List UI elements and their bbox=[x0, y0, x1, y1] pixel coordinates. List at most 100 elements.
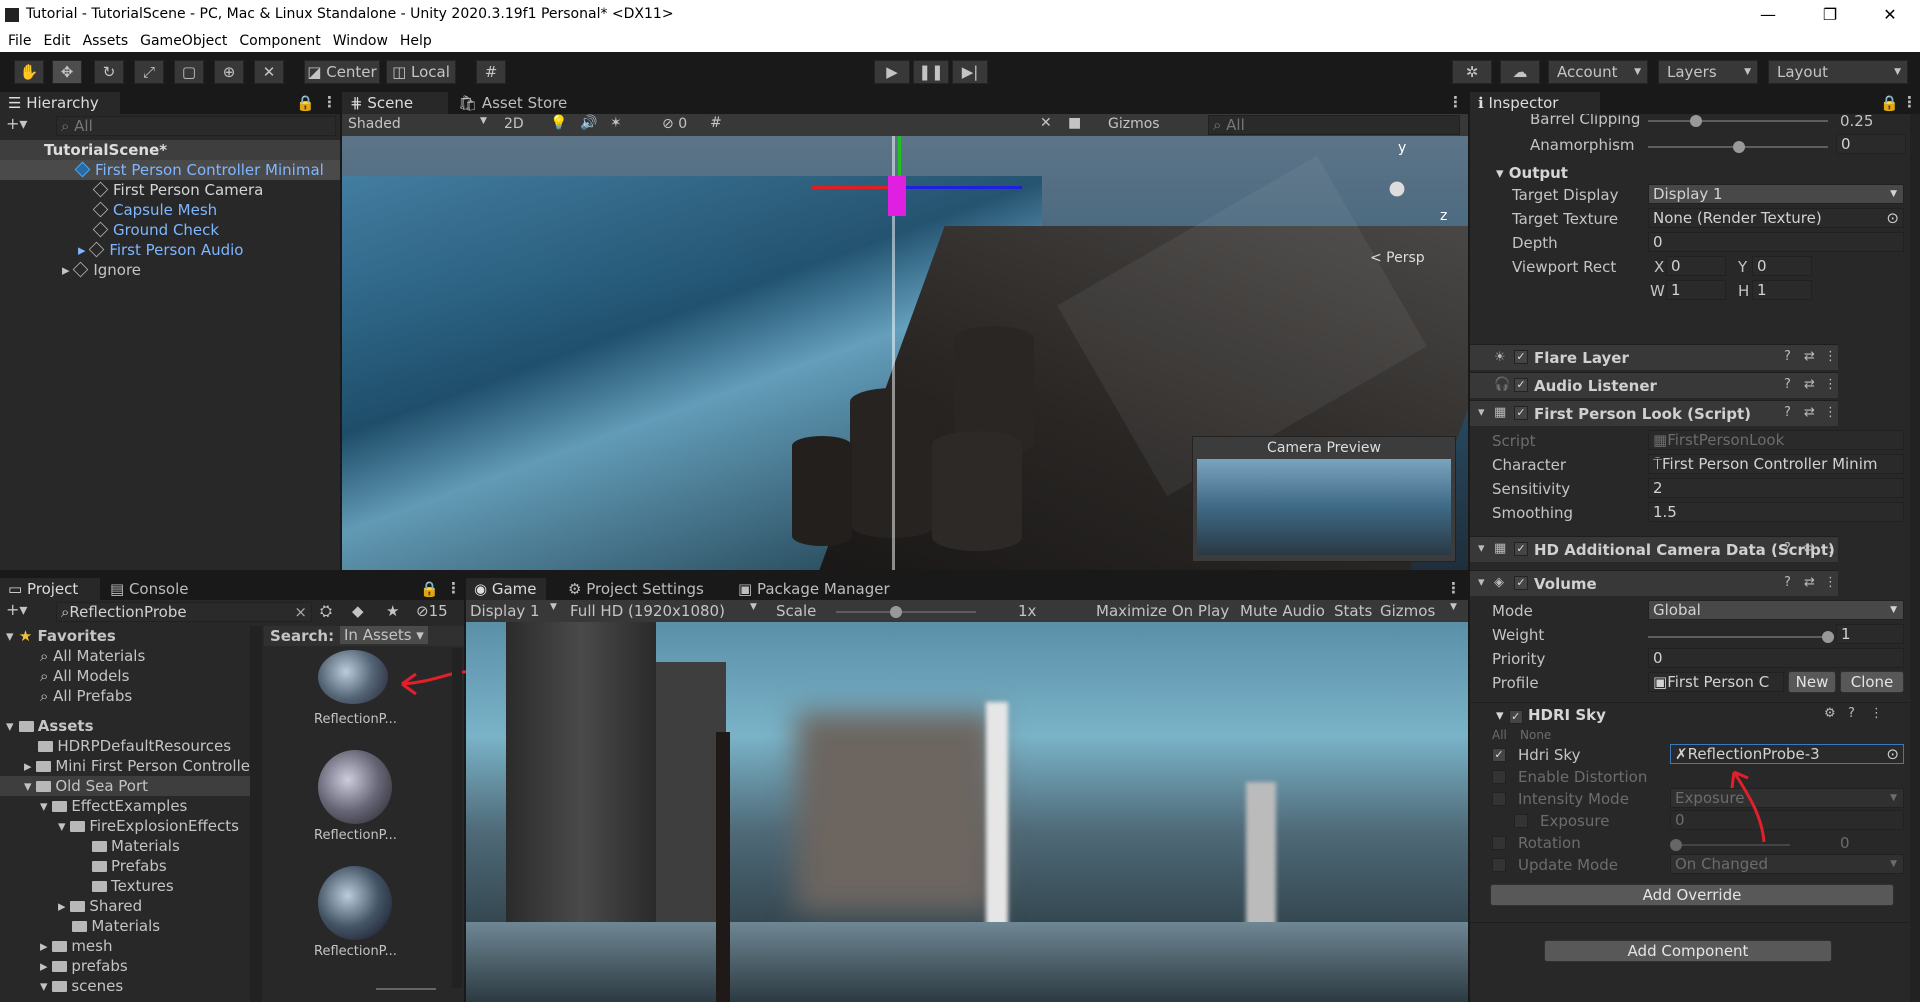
hierarchy-search-input[interactable]: ⌕ All bbox=[56, 116, 336, 136]
rotation-value[interactable]: 0 bbox=[1840, 834, 1850, 852]
folder-item[interactable]: Materials bbox=[0, 916, 160, 936]
step-button[interactable]: ▶| bbox=[952, 60, 988, 84]
create-icon[interactable]: +▾ bbox=[6, 600, 27, 619]
tab-project-settings[interactable]: ⚙ Project Settings bbox=[560, 578, 720, 600]
help-icon[interactable]: ? bbox=[1784, 575, 1791, 590]
hierarchy-menu-icon[interactable]: ⋮ bbox=[322, 93, 337, 111]
maximize-on-play-toggle[interactable]: Maximize On Play bbox=[1096, 602, 1229, 620]
favorite-item[interactable]: ⌕ All Materials bbox=[0, 646, 145, 666]
tab-console[interactable]: ▤ Console bbox=[102, 578, 202, 600]
settings-icon[interactable]: ⚙ bbox=[1824, 706, 1836, 721]
barrel-clipping-knob[interactable] bbox=[1690, 115, 1702, 127]
flare-layer-checkbox[interactable]: ✓ bbox=[1514, 350, 1528, 364]
cloud-icon[interactable]: ☁ bbox=[1500, 60, 1540, 84]
audio-toggle-icon[interactable]: 🔊 bbox=[580, 115, 597, 131]
output-foldout[interactable]: ▾ Output bbox=[1496, 164, 1568, 182]
inspector-menu-icon[interactable]: ⋮ bbox=[1902, 93, 1917, 111]
project-menu-icon[interactable]: ⋮ bbox=[446, 579, 461, 597]
camera-icon[interactable]: ■ bbox=[1068, 115, 1081, 131]
folder-item[interactable]: ▸ prefabs bbox=[0, 956, 128, 976]
tab-hierarchy[interactable]: ☰ Hierarchy bbox=[0, 92, 120, 114]
tab-inspector[interactable]: ℹ Inspector bbox=[1470, 92, 1600, 114]
tab-game[interactable]: ◉ Game bbox=[466, 578, 546, 600]
hierarchy-item[interactable]: Capsule Mesh bbox=[0, 200, 217, 220]
tab-asset-store[interactable]: 🛍 Asset Store bbox=[450, 92, 580, 114]
shading-dropdown[interactable]: Shaded bbox=[348, 116, 401, 132]
lock-icon[interactable]: 🔒 bbox=[420, 580, 439, 598]
profile-field[interactable]: ▣First Person C bbox=[1648, 672, 1784, 692]
object-picker-icon[interactable]: ⊙ bbox=[1886, 745, 1899, 763]
2d-toggle[interactable]: 2D bbox=[504, 116, 524, 132]
folder-item[interactable]: Prefabs bbox=[0, 856, 167, 876]
filter-type-icon[interactable]: ⛭ bbox=[320, 602, 332, 620]
character-field[interactable]: ⍑First Person Controller Minim bbox=[1648, 454, 1904, 474]
volume-checkbox[interactable]: ✓ bbox=[1514, 576, 1528, 590]
hierarchy-item[interactable]: Ground Check bbox=[0, 220, 219, 240]
presets-icon[interactable]: ⇄ bbox=[1804, 377, 1815, 392]
audio-listener-header[interactable]: 🎧 ✓ Audio Listener ? ⇄ ⋮ bbox=[1470, 372, 1838, 398]
presets-icon[interactable]: ⇄ bbox=[1804, 349, 1815, 364]
menu-assets[interactable]: Assets bbox=[83, 30, 129, 52]
menu-component[interactable]: Component bbox=[239, 30, 320, 52]
asset-thumbnail[interactable] bbox=[318, 650, 388, 704]
hierarchy-item[interactable]: ▸ Ignore bbox=[0, 260, 141, 280]
tab-package-manager[interactable]: ▣ Package Manager bbox=[730, 578, 900, 600]
results-scrollbar[interactable] bbox=[452, 648, 462, 988]
scene-root[interactable]: TutorialScene* bbox=[0, 140, 340, 160]
scene-viewport[interactable]: y z < Persp Camera Preview bbox=[342, 136, 1468, 570]
help-icon[interactable]: ? bbox=[1784, 541, 1791, 556]
hdri-sky-field[interactable]: ✗ReflectionProbe-3 ⊙ bbox=[1670, 744, 1904, 764]
exposure-field[interactable]: 0 bbox=[1670, 810, 1904, 830]
folder-item[interactable]: Materials bbox=[0, 836, 180, 856]
filter-label-icon[interactable]: ◆ bbox=[352, 602, 364, 620]
mute-audio-toggle[interactable]: Mute Audio bbox=[1240, 602, 1325, 620]
scale-slider[interactable] bbox=[836, 611, 976, 613]
tab-scene[interactable]: ⋕ Scene bbox=[342, 92, 448, 114]
favorites-header[interactable]: ▾ ★ Favorites bbox=[0, 626, 116, 646]
maximize-button[interactable]: ❐ bbox=[1810, 2, 1850, 28]
perspective-label[interactable]: < Persp bbox=[1370, 250, 1425, 266]
grid-toggle-icon[interactable]: # bbox=[710, 115, 722, 131]
clone-profile-button[interactable]: Clone bbox=[1840, 671, 1904, 693]
folder-item[interactable]: ▸ Mini First Person Controlle bbox=[0, 756, 250, 776]
rotation-checkbox[interactable] bbox=[1492, 836, 1506, 850]
update-mode-dropdown[interactable]: On Changed ▼ bbox=[1670, 854, 1904, 874]
gizmos-dropdown[interactable]: Gizmos bbox=[1108, 116, 1160, 132]
mode-dropdown[interactable]: Global ▼ bbox=[1648, 600, 1904, 620]
minimize-button[interactable]: — bbox=[1748, 2, 1788, 28]
hierarchy-item[interactable]: First Person Camera bbox=[0, 180, 340, 200]
target-display-dropdown[interactable]: Display 1 ▼ bbox=[1648, 184, 1904, 204]
component-menu-icon[interactable]: ⋮ bbox=[1824, 405, 1837, 420]
transform-tool-icon[interactable]: ⊕ bbox=[214, 60, 244, 84]
override-menu-icon[interactable]: ⋮ bbox=[1870, 706, 1883, 721]
first-person-look-header[interactable]: ▾ ▦ ✓ First Person Look (Script) ? ⇄ ⋮ bbox=[1470, 400, 1838, 426]
viewport-h-field[interactable]: 1 bbox=[1752, 280, 1812, 300]
rotation-knob[interactable] bbox=[1670, 839, 1682, 851]
target-texture-field[interactable]: None (Render Texture) ⊙ bbox=[1648, 208, 1904, 228]
menu-window[interactable]: Window bbox=[333, 30, 388, 52]
assets-header[interactable]: ▾ Assets bbox=[0, 716, 94, 736]
search-scope-dropdown[interactable]: In Assets ▾ bbox=[340, 626, 428, 644]
collab-icon[interactable]: ✲ bbox=[1452, 60, 1492, 84]
weight-slider[interactable] bbox=[1648, 636, 1828, 638]
component-menu-icon[interactable]: ⋮ bbox=[1824, 575, 1837, 590]
distortion-checkbox[interactable] bbox=[1492, 770, 1506, 784]
depth-field[interactable]: 0 bbox=[1648, 232, 1904, 252]
volume-header[interactable]: ▾ ◈ ✓ Volume ? ⇄ ⋮ bbox=[1470, 570, 1838, 596]
tools-icon[interactable]: ✕ bbox=[1040, 115, 1052, 131]
game-viewport[interactable] bbox=[466, 622, 1468, 1002]
menu-gameobject[interactable]: GameObject bbox=[140, 30, 227, 52]
new-profile-button[interactable]: New bbox=[1788, 671, 1836, 693]
grid-snap-icon[interactable]: # bbox=[476, 60, 506, 84]
first-person-look-checkbox[interactable]: ✓ bbox=[1514, 406, 1528, 420]
scale-tool-icon[interactable]: ⤢ bbox=[134, 60, 164, 84]
asset-label[interactable]: ReflectionP... bbox=[314, 712, 397, 727]
folder-item[interactable]: HDRPDefaultResources bbox=[0, 736, 231, 756]
pause-button[interactable]: ❚❚ bbox=[913, 60, 949, 84]
update-mode-checkbox[interactable] bbox=[1492, 858, 1506, 872]
pivot-local-button[interactable]: ◫ Local bbox=[386, 60, 456, 84]
priority-field[interactable]: 0 bbox=[1648, 648, 1904, 668]
intensity-mode-dropdown[interactable]: Exposure ▼ bbox=[1670, 788, 1904, 808]
component-menu-icon[interactable]: ⋮ bbox=[1824, 377, 1837, 392]
camera-gizmo[interactable] bbox=[888, 176, 906, 216]
